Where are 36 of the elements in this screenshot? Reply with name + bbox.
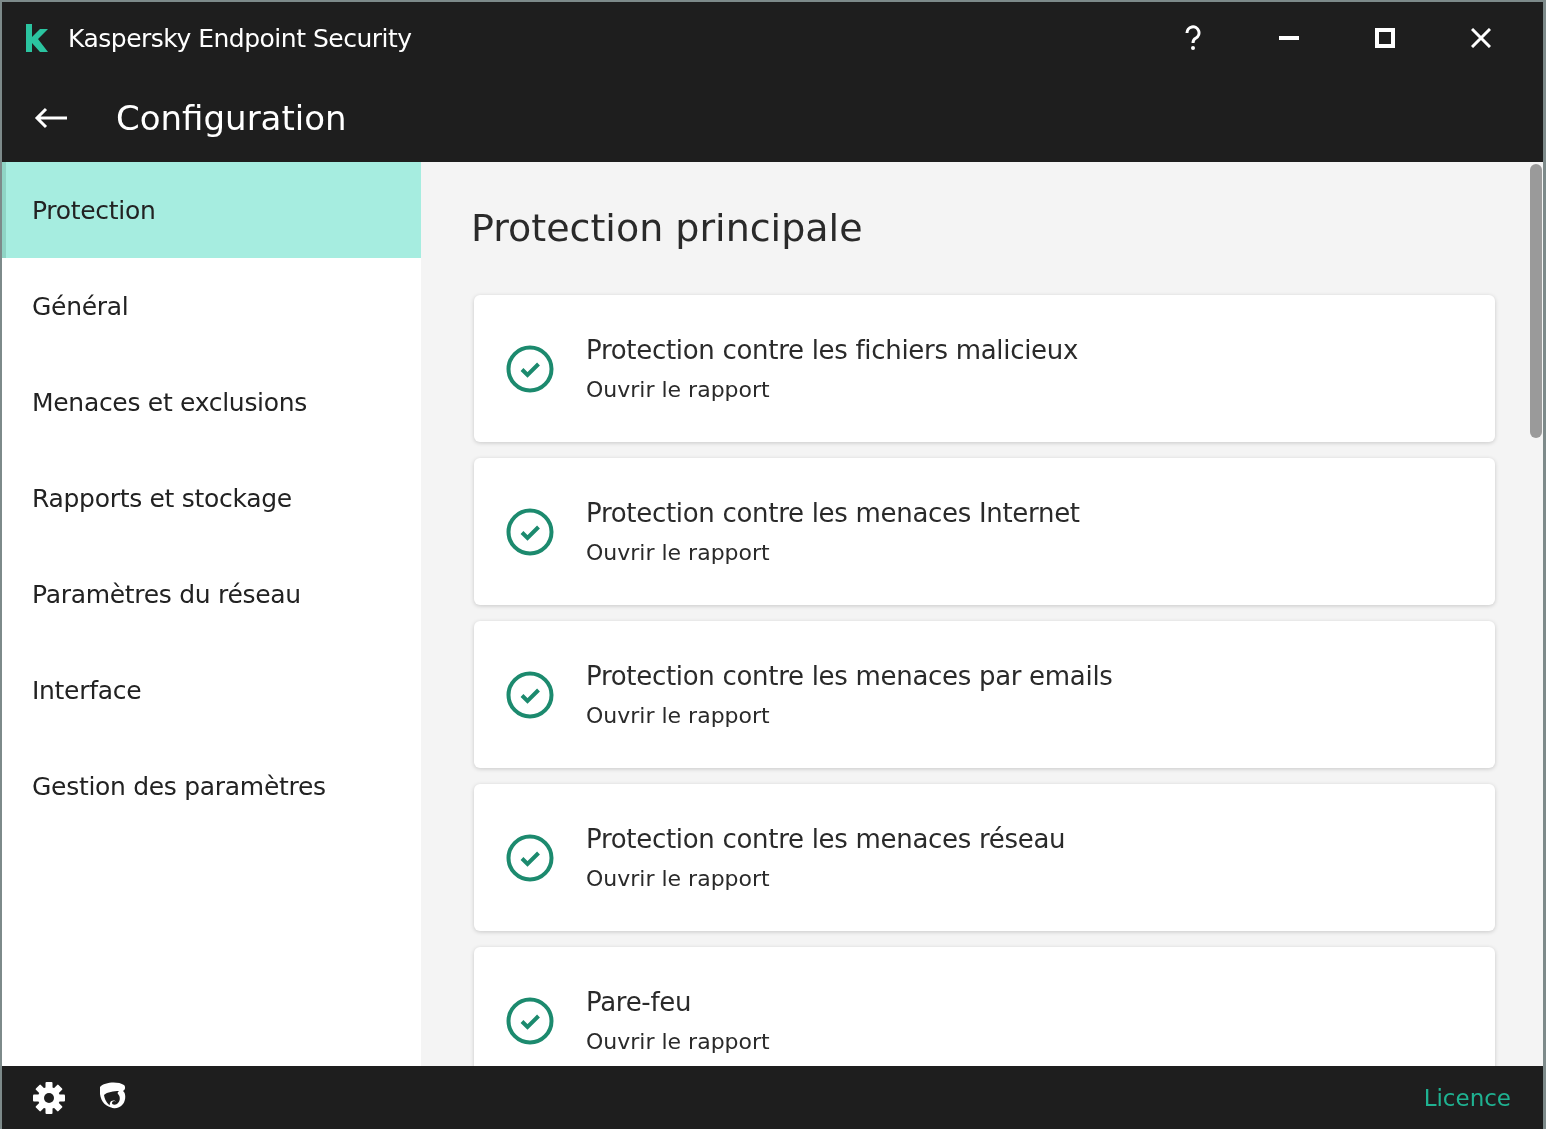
component-card[interactable]: Protection contre les menaces par emails Ouvrir le rapport [474,621,1495,768]
card-title: Protection contre les menaces Internet [586,498,1080,528]
window-title: Kaspersky Endpoint Security [68,23,412,53]
gear-icon [32,1080,66,1115]
sidebar-item[interactable]: Rapports et stockage [2,450,421,546]
page-title: Configuration [116,98,347,138]
question-mark-icon [1183,25,1203,51]
component-card[interactable]: Protection contre les menaces réseau Ouvrir le rapport [474,784,1495,931]
maximize-icon [1375,28,1395,48]
back-button[interactable] [34,107,68,129]
report-link[interactable]: Ouvrir le rapport [586,703,770,728]
close-icon [1471,28,1491,48]
sidebar-item[interactable]: Paramètres du réseau [2,546,421,642]
sidebar-item[interactable]: Interface [2,642,421,738]
card-title: Protection contre les menaces par emails [586,661,1113,691]
component-card[interactable]: Pare-feu Ouvrir le rapport [474,947,1495,1066]
licence-link[interactable]: Licence [1423,1084,1511,1111]
sidebar-item[interactable]: Général [2,258,421,354]
card-title: Protection contre les fichiers malicieux [586,335,1079,365]
report-link[interactable]: Ouvrir le rapport [586,377,770,402]
component-card[interactable]: Protection contre les fichiers malicieux Ouvrir le rapport [474,295,1495,442]
sidebar-item[interactable]: Protection [2,162,421,258]
section-title: Protection principale [471,206,864,250]
scrollbar-thumb[interactable] [1530,164,1542,438]
card-title: Pare-feu [586,987,693,1017]
report-link[interactable]: Ouvrir le rapport [586,540,770,565]
sidebar-item[interactable]: Menaces et exclusions [2,354,421,450]
report-link[interactable]: Ouvrir le rapport [586,1029,770,1054]
card-title: Protection contre les menaces réseau [586,824,1066,854]
minimize-icon [1279,36,1299,40]
settings-button[interactable] [32,1080,66,1115]
logo-icon [24,24,50,52]
report-link[interactable]: Ouvrir le rapport [586,866,770,891]
component-card[interactable]: Protection contre les menaces Internet Ouvrir le rapport [474,458,1495,605]
sidebar-item[interactable]: Gestion des paramètres [2,738,421,834]
back-arrow-icon [34,107,68,129]
